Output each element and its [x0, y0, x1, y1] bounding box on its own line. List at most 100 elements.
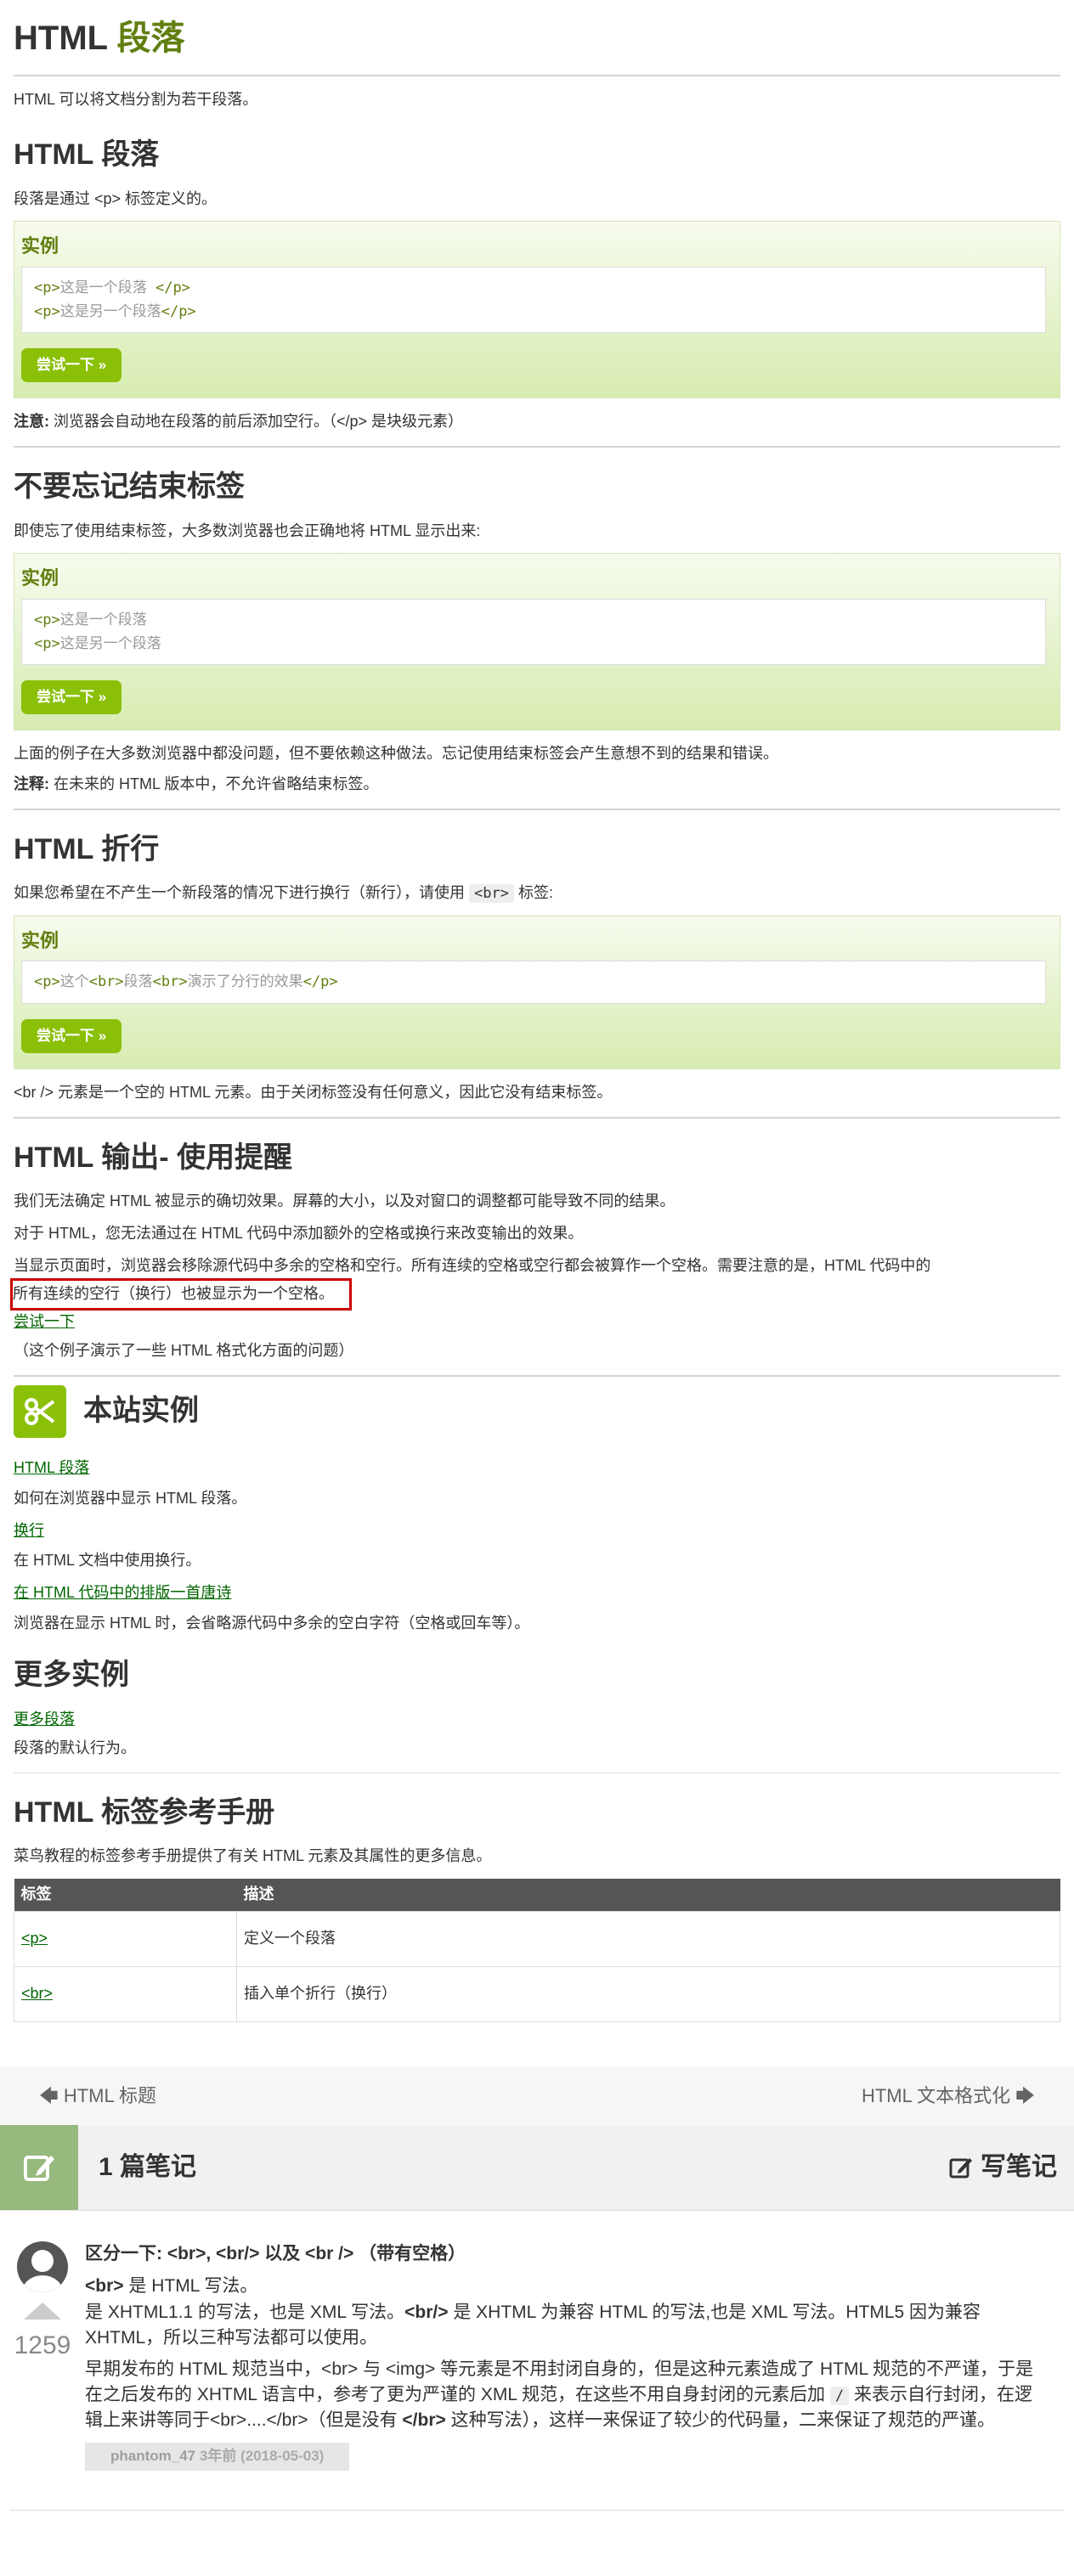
- highlight-box: 所有连续的空行（换行）也被显示为一个空格。: [10, 1278, 352, 1311]
- note-bold: </br>: [402, 2410, 446, 2431]
- prev-link[interactable]: 🡄 HTML 标题: [39, 2082, 156, 2111]
- divider: [14, 75, 1060, 76]
- desc-text: 标签:: [513, 884, 553, 902]
- code-text: 这是一个段落: [59, 279, 155, 296]
- note-body: 区分一下: <br>, <br/> 以及 <br /> （带有空格） <br> …: [85, 2241, 1045, 2471]
- section-title-output-tips: HTML 输出- 使用提醒: [14, 1141, 293, 1174]
- code-tag: <br>: [152, 973, 188, 991]
- write-note-button[interactable]: 写笔记: [948, 2148, 1057, 2188]
- write-note-label: 写笔记: [981, 2153, 1057, 2182]
- note-text: 是 HTML 写法。: [123, 2276, 258, 2297]
- divider: [14, 808, 1060, 810]
- try-it-button[interactable]: 尝试一下 »: [21, 679, 122, 714]
- code-block: <p>这个<br>段落<br>演示了分行的效果</p>: [21, 961, 1046, 1004]
- more-examples-link[interactable]: 更多段落: [14, 1711, 75, 1728]
- site-examples-header: 本站实例: [14, 1384, 1060, 1438]
- code-line: <p>这是另一个段落</p>: [34, 300, 1033, 324]
- arrow-right-icon: 🡆: [1015, 2084, 1035, 2106]
- section-title-end-tags: 不要忘记结束标签: [14, 470, 245, 503]
- desc-text: 如果您希望在不产生一个新段落的情况下进行换行（新行），请使用: [14, 884, 469, 902]
- reference-title: HTML 标签参考手册: [14, 1795, 275, 1829]
- scissors-icon: [14, 1384, 66, 1438]
- code-text: 演示了分行的效果: [187, 973, 303, 991]
- note-time: 3年前 (2018-05-03): [199, 2447, 325, 2464]
- intro-text: HTML 可以将文档分割为若干段落。: [14, 91, 258, 108]
- note-label: 注释:: [14, 775, 49, 792]
- example-desc: 在 HTML 文档中使用换行。: [14, 1552, 201, 1570]
- note-bold: <br>: [85, 2276, 124, 2297]
- note-bold: <br/>: [404, 2302, 449, 2322]
- vote-count: 1259: [14, 2331, 71, 2359]
- next-label: HTML 文本格式化: [861, 2084, 1011, 2106]
- section-title-line-break: HTML 折行: [14, 832, 160, 865]
- section-desc: 段落是通过 <p> 标签定义的。: [14, 189, 218, 207]
- tag-link[interactable]: <p>: [21, 1930, 48, 1947]
- notes-count: 1 篇笔记: [99, 2153, 197, 2182]
- note-line: <br> 是 HTML 写法。: [85, 2274, 1045, 2299]
- note-text: 注意: 浏览器会自动地在段落的前后添加空行。（</p> 是块级元素）: [14, 410, 1060, 434]
- example-label: 实例: [21, 567, 59, 589]
- inline-code: <br>: [469, 884, 514, 904]
- reference-table: 标签 描述 <p> 定义一个段落 <br> 插入单个折行（换行）: [14, 1879, 1060, 2022]
- example-link-wrap: HTML 段落: [14, 1457, 1060, 1480]
- page-title-accent: 段落: [116, 20, 185, 57]
- example-link[interactable]: 在 HTML 代码中的排版一首唐诗: [14, 1584, 231, 1601]
- section-desc: 即使忘了使用结束标签，大多数浏览器也会正确地将 HTML 显示出来:: [14, 521, 481, 539]
- section-title-paragraph: HTML 段落: [14, 138, 160, 171]
- note-text: 是 XHTML1.1 的写法，也是 XML 写法。: [85, 2302, 405, 2322]
- example-link-wrap: 换行: [14, 1519, 1060, 1543]
- example-box: 实例 <p>这是一个段落 <p>这是另一个段落 尝试一下 »: [14, 553, 1060, 730]
- example-link[interactable]: HTML 段落: [14, 1459, 89, 1476]
- try-it-button[interactable]: 尝试一下 »: [21, 1018, 122, 1053]
- table-header: 描述: [236, 1879, 1060, 1912]
- try-it-link[interactable]: 尝试一下: [14, 1313, 75, 1330]
- site-examples-title: 本站实例: [83, 1395, 199, 1428]
- prev-next-nav: 🡄 HTML 标题 HTML 文本格式化 🡆: [0, 2066, 1074, 2126]
- note-item: 1259 区分一下: <br>, <br/> 以及 <br /> （带有空格） …: [0, 2211, 1074, 2471]
- code-tag: <p>: [34, 279, 60, 296]
- code-text: 段落: [123, 973, 153, 991]
- example-link[interactable]: 换行: [14, 1522, 44, 1539]
- more-link-wrap: 更多段落: [14, 1708, 1060, 1732]
- arrow-left-icon: 🡄: [39, 2084, 59, 2106]
- tip-paragraph: 我们无法确定 HTML 被显示的确切效果。屏幕的大小，以及对窗口的调整都可能导致…: [14, 1192, 675, 1210]
- try-link-wrap: 尝试一下: [14, 1311, 1060, 1334]
- example-label: 实例: [21, 930, 59, 952]
- section-desc: 如果您希望在不产生一个新段落的情况下进行换行（新行），请使用 <br> 标签:: [14, 882, 1060, 905]
- divider: [14, 445, 1060, 448]
- code-tag: <p>: [34, 634, 60, 652]
- note-body: 浏览器会自动地在段落的前后添加空行。（</p> 是块级元素）: [49, 413, 464, 430]
- avatar: [17, 2241, 68, 2292]
- code-text: 这个: [59, 973, 89, 991]
- table-cell: <br>: [14, 1965, 237, 2022]
- tag-link[interactable]: <br>: [21, 1985, 53, 2002]
- example-link-wrap: 在 HTML 代码中的排版一首唐诗: [14, 1581, 1060, 1605]
- code-tag: </p>: [161, 302, 196, 320]
- table-cell: 插入单个折行（换行）: [236, 1965, 1060, 2022]
- table-row: <br> 插入单个折行（换行）: [14, 1965, 1060, 2022]
- code-line: <p>这个<br>段落<br>演示了分行的效果</p>: [34, 970, 1033, 994]
- example-desc: 如何在浏览器中显示 HTML 段落。: [14, 1489, 247, 1507]
- highlighted-text: 所有连续的空行（换行）也被显示为一个空格。: [10, 1278, 1060, 1311]
- example-box: 实例 <p>这个<br>段落<br>演示了分行的效果</p> 尝试一下 »: [14, 916, 1060, 1069]
- code-tag: </p>: [155, 279, 190, 296]
- code-block: <p>这是一个段落 <p>这是另一个段落: [21, 598, 1046, 665]
- pencil-icon: [0, 2125, 78, 2211]
- next-link[interactable]: HTML 文本格式化 🡆: [862, 2082, 1035, 2111]
- note-vote-column: 1259: [12, 2241, 73, 2471]
- code-tag: <p>: [34, 611, 60, 628]
- note-body: 在未来的 HTML 版本中，不允许省略结束标签。: [49, 775, 379, 792]
- page-title-prefix: HTML: [14, 20, 108, 57]
- example-desc: 浏览器在显示 HTML 时，会省略源代码中多余的空白字符（空格或回车等）。: [14, 1615, 530, 1632]
- after-text: <br /> 元素是一个空的 HTML 元素。由于关闭标签没有任何意义，因此它没…: [14, 1083, 613, 1101]
- table-row: <p> 定义一个段落: [14, 1911, 1060, 1967]
- main-content: HTML 段落 HTML 可以将文档分割为若干段落。 HTML 段落 段落是通过…: [0, 0, 1074, 2022]
- example-box: 实例 <p>这是一个段落 </p> <p>这是另一个段落</p> 尝试一下 »: [14, 221, 1060, 398]
- code-text: 这是另一个段落: [59, 634, 161, 652]
- code-text: 这是一个段落: [59, 611, 147, 628]
- try-it-button[interactable]: 尝试一下 »: [21, 347, 122, 382]
- upvote-icon[interactable]: [24, 2302, 61, 2320]
- note-author[interactable]: phantom_47: [110, 2448, 195, 2464]
- more-examples-desc: 段落的默认行为。: [14, 1739, 136, 1756]
- more-examples-title: 更多实例: [14, 1659, 129, 1692]
